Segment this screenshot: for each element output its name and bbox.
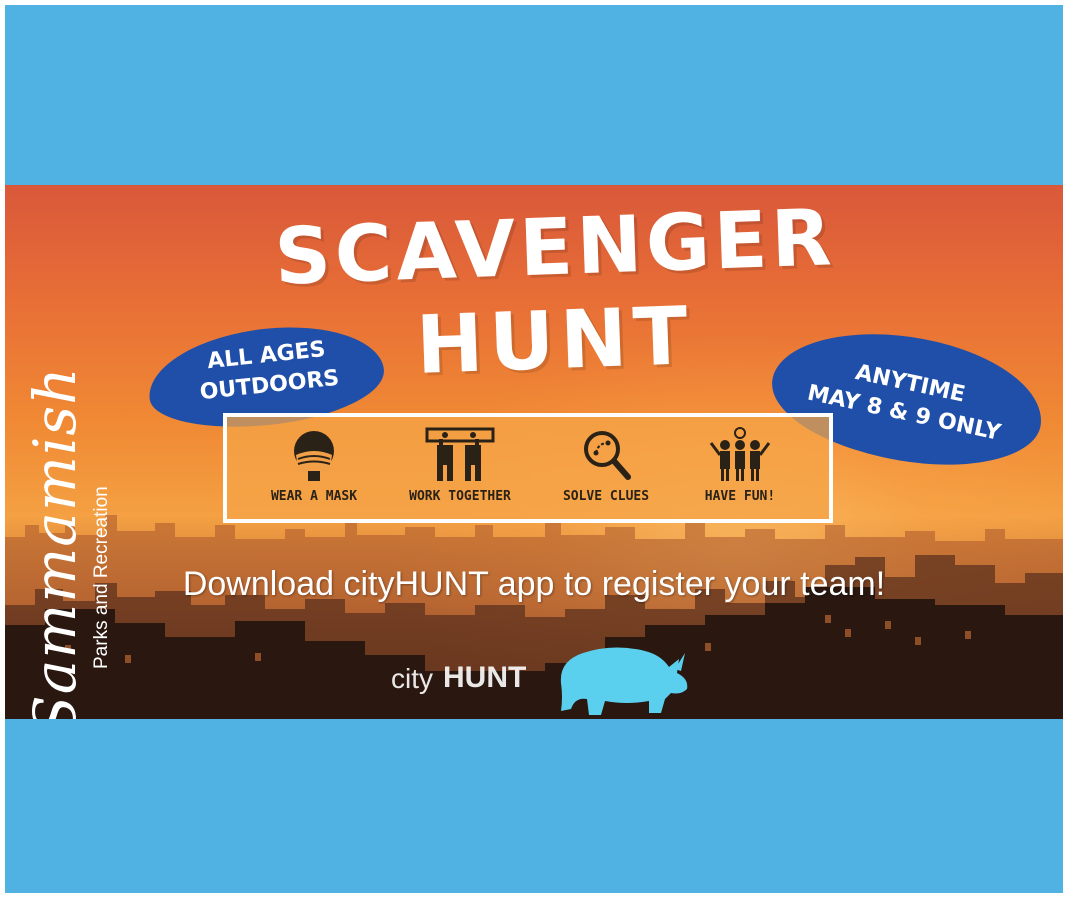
rule-work-together: WORK TOGETHER [395, 427, 525, 504]
magnifier-icon [584, 431, 631, 480]
brand-city-text: city [391, 663, 433, 694]
celebration-icon [709, 427, 771, 481]
rule-label: WORK TOGETHER [409, 489, 511, 504]
mask-icon [294, 431, 334, 481]
call-to-action-text: Download cityHUNT app to register your t… [182, 565, 886, 603]
brand-hunt-text: HUNT [443, 661, 527, 694]
scavenger-hunt-banner: Sammamish Parks and Recreation SCAVENGER… [5, 185, 1063, 719]
logo-script-text: Sammamish [21, 366, 89, 719]
rule-label: WEAR A MASK [270, 489, 358, 504]
rule-label: HAVE FUN! [704, 489, 776, 504]
rhino-logo-icon [560, 647, 688, 715]
rule-solve-clues: SOLVE CLUES [541, 427, 671, 504]
rule-label: SOLVE CLUES [562, 489, 650, 504]
rules-panel: WEAR A MASK WORK TOGETHER SOLVE CLUES HA… [223, 413, 833, 523]
teamwork-icon [425, 427, 495, 481]
rule-have-fun: HAVE FUN! [675, 427, 805, 504]
title-line-1: SCAVENGER [273, 193, 837, 303]
rule-wear-mask: WEAR A MASK [249, 427, 379, 504]
